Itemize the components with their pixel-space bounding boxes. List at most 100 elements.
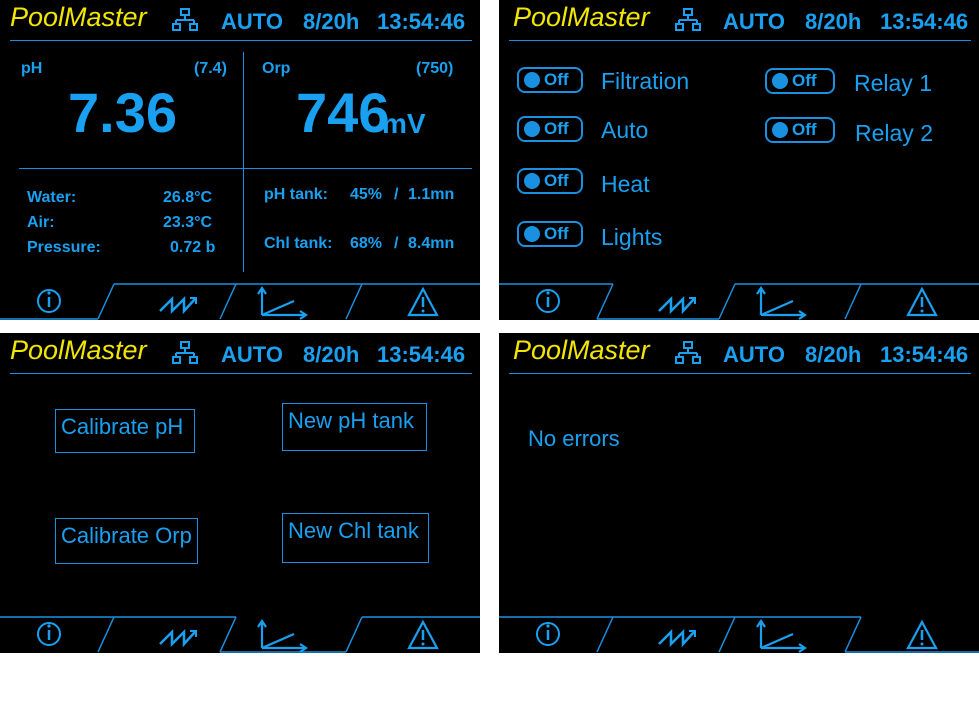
mode-indicator: AUTO: [221, 9, 283, 34]
toggle-filtration[interactable]: Off: [517, 67, 583, 93]
trend-icon[interactable]: [657, 616, 697, 653]
new-ph-tank-button[interactable]: New pH tank: [282, 403, 427, 451]
chart-icon[interactable]: [256, 283, 310, 320]
network-icon: [675, 341, 701, 364]
mode-indicator: AUTO: [221, 342, 283, 367]
toggle-state: Off: [544, 119, 569, 138]
toggle-heat-label: Heat: [601, 171, 650, 197]
mode-indicator: AUTO: [723, 9, 785, 34]
info-icon[interactable]: [535, 616, 563, 653]
toggle-knob: [524, 121, 540, 137]
brand-title: PoolMaster: [10, 335, 147, 365]
toggle-relay-1[interactable]: Off: [765, 68, 835, 94]
header-divider: [509, 40, 971, 41]
network-icon: [172, 8, 198, 31]
new-chl-tank-button[interactable]: New Chl tank: [282, 513, 429, 563]
clock: 13:54:46: [880, 342, 969, 367]
toggle-lights-label: Lights: [601, 224, 663, 250]
network-icon: [675, 8, 701, 31]
toggle-filtration-label: Filtration: [601, 68, 690, 94]
toggle-knob: [524, 173, 540, 189]
pressure-label: Pressure:: [27, 239, 101, 256]
horizontal-divider: [19, 168, 472, 169]
brand-title: PoolMaster: [513, 335, 650, 365]
orp-value: 746: [296, 81, 390, 144]
toggle-knob: [772, 73, 788, 89]
chart-icon[interactable]: [256, 616, 310, 653]
vertical-divider: [243, 52, 244, 272]
tab-bar: [499, 283, 979, 320]
toggle-state: Off: [544, 224, 569, 243]
calibrate-ph-button[interactable]: Calibrate pH: [55, 409, 195, 453]
brand-title: PoolMaster: [513, 2, 650, 32]
toggle-auto-label: Auto: [601, 117, 649, 143]
chart-icon[interactable]: [755, 616, 809, 653]
chl-tank-label: Chl tank:: [264, 235, 333, 252]
toggle-auto[interactable]: Off: [517, 116, 583, 142]
chl-tank-time: 8.4mn: [408, 235, 455, 252]
toggle-state: Off: [544, 70, 569, 89]
warning-icon[interactable]: [905, 616, 939, 653]
relays-screen: PoolMaster AUTO 8/20h 13:54:46 Off Filtr…: [499, 0, 979, 320]
errors-screen: PoolMaster AUTO 8/20h 13:54:46 No errors: [499, 333, 979, 653]
warning-icon[interactable]: [406, 616, 440, 653]
info-icon[interactable]: [36, 283, 64, 320]
warning-icon[interactable]: [905, 283, 939, 320]
orp-unit: mV: [382, 108, 426, 139]
clock: 13:54:46: [377, 342, 466, 367]
toggle-knob: [524, 72, 540, 88]
date-indicator: 8/20h: [805, 342, 862, 367]
water-label: Water:: [27, 189, 77, 206]
tab-bar: [0, 616, 480, 653]
toggle-knob: [524, 226, 540, 242]
mode-indicator: AUTO: [723, 342, 785, 367]
toggle-lights[interactable]: Off: [517, 221, 583, 247]
header-divider: [10, 40, 472, 41]
network-icon: [172, 341, 198, 364]
status-bar: PoolMaster AUTO 8/20h 13:54:46: [499, 0, 979, 40]
trend-icon[interactable]: [657, 283, 697, 320]
date-indicator: 8/20h: [303, 342, 360, 367]
ph-tank-sep: /: [394, 186, 399, 203]
date-indicator: 8/20h: [303, 9, 360, 34]
error-message: No errors: [528, 426, 620, 451]
calibration-screen: PoolMaster AUTO 8/20h 13:54:46 Calibrate…: [0, 333, 480, 653]
calibrate-orp-button[interactable]: Calibrate Orp: [55, 518, 198, 564]
status-bar: PoolMaster AUTO 8/20h 13:54:46: [0, 0, 480, 40]
air-label: Air:: [27, 214, 55, 231]
pressure-value: 0.72 b: [170, 239, 216, 256]
tab-bar: [0, 283, 480, 320]
header-divider: [509, 373, 971, 374]
chl-tank-level: 68%: [350, 235, 383, 252]
toggle-state: Off: [544, 171, 569, 190]
trend-icon[interactable]: [158, 616, 198, 653]
tab-bar: [499, 616, 979, 653]
ph-value: 7.36: [68, 81, 177, 144]
brand-title: PoolMaster: [10, 2, 147, 32]
clock: 13:54:46: [880, 9, 969, 34]
orp-setpoint: (750): [416, 60, 454, 77]
header-divider: [10, 373, 472, 374]
status-bar: PoolMaster AUTO 8/20h 13:54:46: [0, 333, 480, 373]
status-bar: PoolMaster AUTO 8/20h 13:54:46: [499, 333, 979, 373]
clock: 13:54:46: [377, 9, 466, 34]
ph-tank-label: pH tank:: [264, 186, 328, 203]
toggle-state: Off: [792, 71, 817, 90]
toggle-heat[interactable]: Off: [517, 168, 583, 194]
info-icon[interactable]: [535, 283, 563, 320]
toggle-knob: [772, 122, 788, 138]
orp-label: Orp: [262, 60, 291, 77]
info-icon[interactable]: [36, 616, 64, 653]
chl-tank-sep: /: [394, 235, 399, 252]
chart-icon[interactable]: [755, 283, 809, 320]
trend-icon[interactable]: [158, 283, 198, 320]
ph-label: pH: [21, 60, 43, 77]
toggle-state: Off: [792, 120, 817, 139]
home-screen: PoolMaster AUTO 8/20h 13:54:46 pH (7.4) …: [0, 0, 480, 320]
water-value: 26.8°C: [163, 189, 213, 206]
ph-tank-time: 1.1mn: [408, 186, 455, 203]
toggle-relay-2[interactable]: Off: [765, 117, 835, 143]
ph-setpoint: (7.4): [194, 60, 227, 77]
warning-icon[interactable]: [406, 283, 440, 320]
date-indicator: 8/20h: [805, 9, 862, 34]
